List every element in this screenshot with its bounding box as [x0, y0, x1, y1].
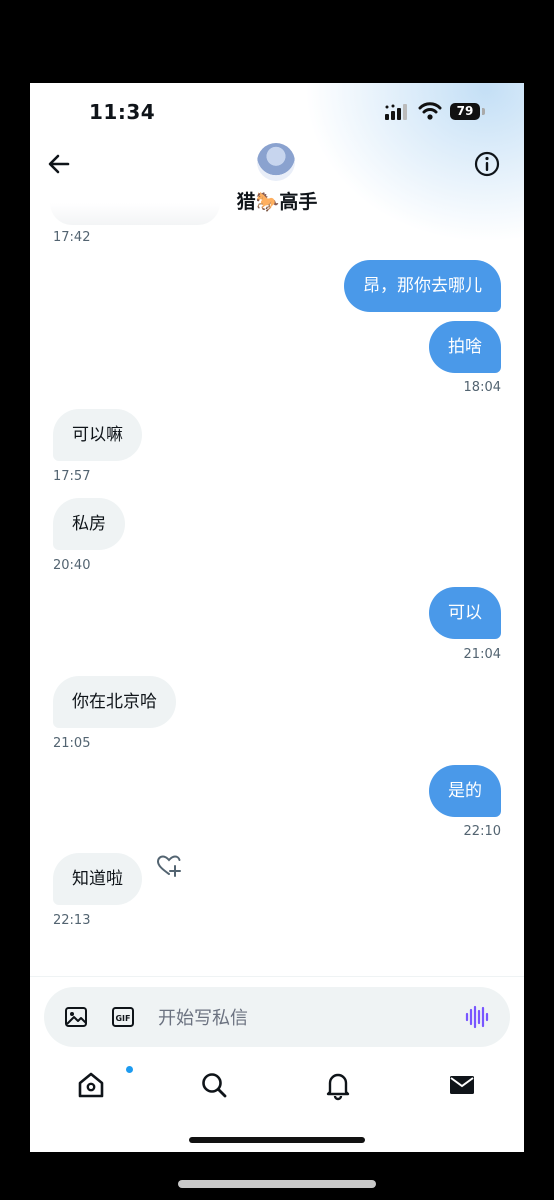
incoming-message[interactable]: 私房	[53, 498, 125, 550]
composer-divider	[30, 976, 524, 977]
outgoing-message[interactable]: 拍啥	[429, 321, 501, 373]
bottom-navigation	[30, 1068, 524, 1102]
message-text: 你在北京哈	[53, 676, 176, 728]
voice-message-icon[interactable]	[464, 1004, 490, 1030]
battery-tip	[482, 108, 485, 115]
status-time: 11:34	[89, 100, 156, 124]
cellular-signal-icon	[385, 104, 407, 120]
outgoing-message[interactable]: 昂，那你去哪儿	[344, 260, 501, 312]
message-text: 知道啦	[53, 853, 142, 905]
messages-icon[interactable]	[445, 1068, 479, 1102]
message-timestamp: 18:04	[463, 380, 501, 395]
contact-avatar[interactable]	[257, 143, 295, 181]
message-timestamp: 22:10	[463, 824, 501, 839]
message-composer: GIF	[44, 987, 510, 1047]
svg-text:GIF: GIF	[115, 1014, 130, 1023]
message-text: 可以嘛	[53, 409, 142, 461]
image-icon[interactable]	[64, 1005, 88, 1029]
message-text: 昂，那你去哪儿	[344, 260, 501, 312]
message-text: 拍啥	[429, 321, 501, 373]
add-reaction-heart-icon[interactable]	[156, 853, 182, 879]
message-timestamp: 17:57	[53, 469, 91, 484]
notifications-icon[interactable]	[321, 1068, 355, 1102]
incoming-message[interactable]: 可以嘛	[53, 409, 142, 461]
home-indicator[interactable]	[189, 1137, 365, 1143]
dm-screen: 11:34 79 猎🐎高手 17:42 昂，那你去哪儿 拍啥 18:04 可以嘛…	[30, 83, 524, 1152]
outgoing-message[interactable]: 可以	[429, 587, 501, 639]
message-text: 私房	[53, 498, 125, 550]
message-text: 可以	[429, 587, 501, 639]
message-timestamp: 22:13	[53, 913, 91, 928]
search-icon[interactable]	[197, 1068, 231, 1102]
home-icon[interactable]	[74, 1068, 108, 1102]
wifi-icon	[418, 102, 442, 120]
message-input[interactable]	[156, 1001, 440, 1035]
battery-indicator: 79	[450, 103, 480, 120]
incoming-message[interactable]: 知道啦	[53, 853, 142, 905]
outer-home-indicator	[178, 1180, 376, 1188]
message-timestamp: 21:04	[463, 647, 501, 662]
incoming-message[interactable]: 你在北京哈	[53, 676, 176, 728]
back-arrow-icon[interactable]	[44, 149, 74, 179]
message-thread: 17:42 昂，那你去哪儿 拍啥 18:04 可以嘛 17:57 私房 20:4…	[30, 203, 524, 973]
status-bar: 11:34 79	[30, 83, 524, 143]
message-timestamp: 20:40	[53, 558, 91, 573]
gif-icon[interactable]: GIF	[111, 1005, 135, 1029]
message-text: 是的	[429, 765, 501, 817]
message-timestamp: 17:42	[53, 230, 91, 245]
earlier-message-bubble[interactable]	[50, 203, 220, 225]
message-timestamp: 21:05	[53, 736, 91, 751]
home-notification-dot	[126, 1066, 133, 1073]
outgoing-message[interactable]: 是的	[429, 765, 501, 817]
info-icon[interactable]	[472, 149, 502, 179]
